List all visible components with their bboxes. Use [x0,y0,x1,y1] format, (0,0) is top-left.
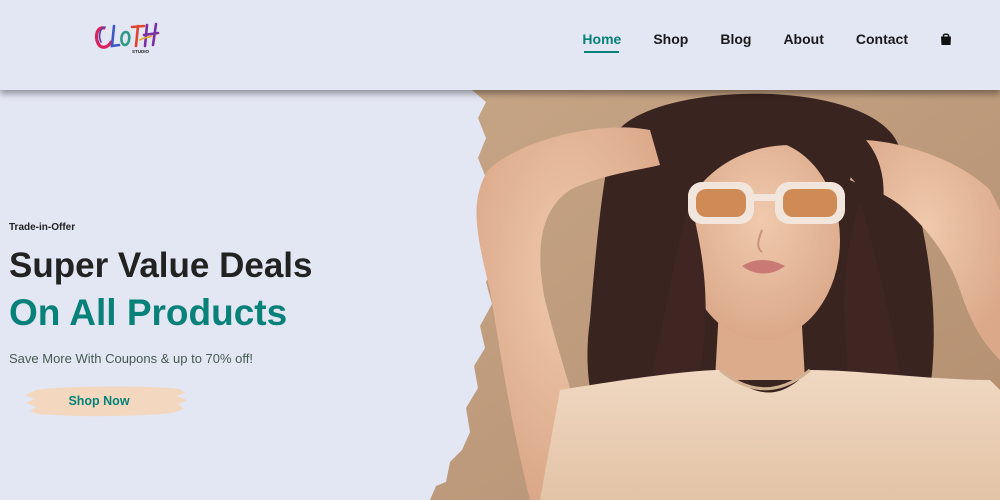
logo-tagline: STUDIO [132,49,150,54]
cloth-studio-logo[interactable]: STUDIO [92,18,162,58]
nav-contact[interactable]: Contact [856,31,908,53]
nav-about[interactable]: About [783,31,823,53]
hero-heading-line1: Super Value Deals [9,246,313,285]
shop-now-button[interactable]: Shop Now [22,382,188,420]
nav-shop[interactable]: Shop [653,31,688,53]
hero-heading-line2: On All Products [9,292,288,333]
site-header: STUDIO Home Shop Blog About Contact [0,0,1000,90]
hero-content: Trade-in-Offer Super Value Deals On All … [9,90,429,500]
hero-subtext: Save More With Coupons & up to 70% off! [9,351,254,366]
nav-home[interactable]: Home [582,31,621,53]
main-nav: Home Shop Blog About Contact [550,31,952,53]
shop-now-label: Shop Now [68,394,130,408]
nav-blog[interactable]: Blog [720,31,751,53]
shopping-bag-icon[interactable] [940,32,952,46]
hero-banner: Trade-in-Offer Super Value Deals On All … [0,90,1000,500]
trade-in-offer-label: Trade-in-Offer [9,222,76,233]
